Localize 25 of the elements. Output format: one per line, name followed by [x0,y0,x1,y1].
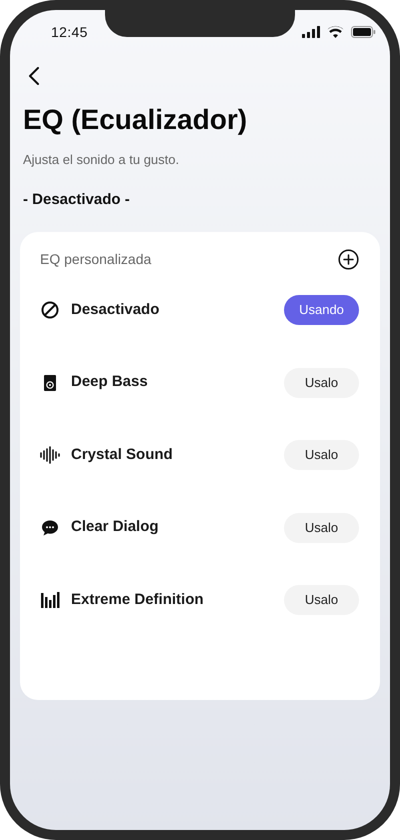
current-preset-label: - Desactivado - [23,190,131,210]
use-button[interactable]: Usalo [284,368,359,398]
equalizer-bars-icon [40,590,60,610]
status-time: 12:45 [51,22,88,42]
preset-name: Clear Dialog [71,517,160,538]
using-button[interactable]: Usando [284,295,359,325]
use-button[interactable]: Usalo [284,440,359,470]
add-icon [338,248,358,270]
card-title: EQ personalizada [40,250,152,269]
preset-name: Deep Bass [71,372,149,392]
chat-bubble-icon [40,518,60,538]
wifi-icon [327,26,344,38]
battery-icon [351,26,376,38]
use-button[interactable]: Usalo [284,512,359,542]
prohibited-icon [40,300,60,320]
preset-name: Crystal Sound [71,444,174,465]
back-chevron-icon [28,67,40,85]
preset-name: Extreme Definition [71,590,205,610]
signal-icon [302,26,320,38]
use-button[interactable]: Usalo [284,585,359,615]
page-title: EQ (Ecualizador) [23,103,248,137]
add-button[interactable] [337,248,359,270]
page-subtitle: Ajusta el sonido a tu gusto. [23,151,180,169]
preset-name: Desactivado [71,300,160,320]
sound-wave-icon [40,445,60,465]
